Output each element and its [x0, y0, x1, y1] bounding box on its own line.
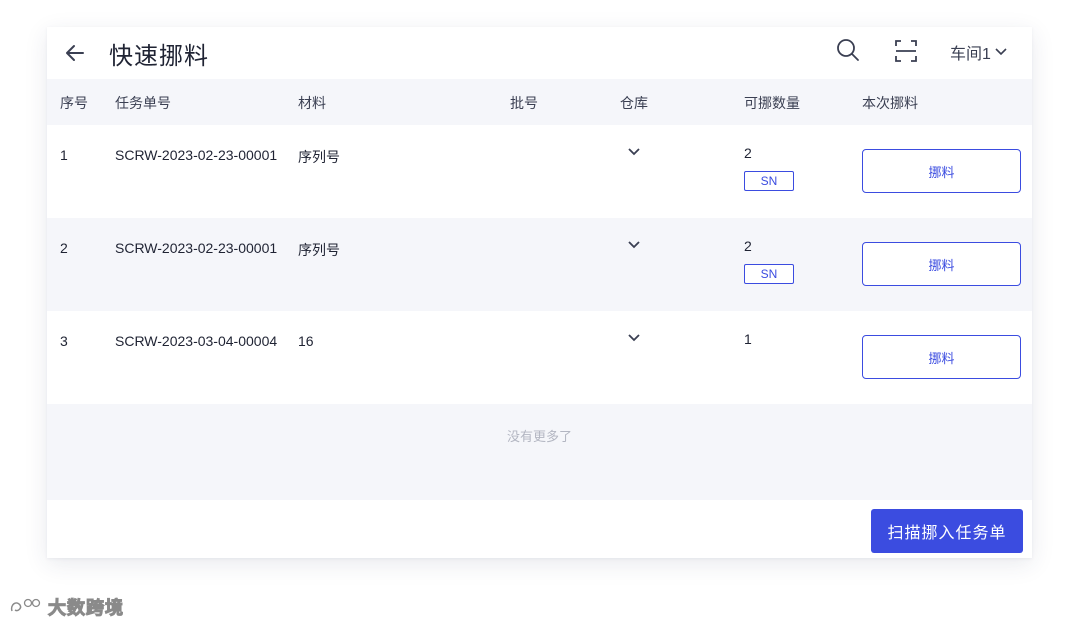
- sn-badge: SN: [744, 171, 794, 191]
- row-index: 3: [60, 333, 68, 349]
- movable-qty: 2: [744, 238, 752, 254]
- quick-move-panel: 快速挪料 车间1 序号 任务单号 材料 批号 仓库 可挪数量 本次挪料 1 SC…: [47, 27, 1032, 558]
- row-index: 2: [60, 240, 68, 256]
- row-index: 1: [60, 147, 68, 163]
- no-more-text: 没有更多了: [506, 429, 572, 444]
- material-name: 序列号: [298, 242, 340, 258]
- chevron-down-icon: [995, 48, 1007, 56]
- column-header-this-move: 本次挪料: [862, 95, 918, 111]
- column-header-warehouse: 仓库: [620, 95, 648, 111]
- no-more-indicator: 没有更多了: [47, 404, 1032, 500]
- task-number: SCRW-2023-02-23-00001: [115, 147, 278, 163]
- back-arrow-icon[interactable]: [61, 39, 89, 67]
- sn-badge: SN: [744, 264, 794, 284]
- movable-qty: 1: [744, 331, 752, 347]
- scan-move-in-task-button[interactable]: 扫描挪入任务单: [871, 509, 1023, 553]
- workshop-selector[interactable]: 车间1: [950, 41, 1007, 63]
- column-header-task-no: 任务单号: [115, 95, 171, 111]
- watermark-text: 大数跨境: [48, 598, 124, 619]
- material-name: 16: [298, 333, 314, 349]
- table-row: 1 SCRW-2023-02-23-00001 序列号 2 SN 挪料: [47, 125, 1032, 218]
- warehouse-dropdown-icon[interactable]: [627, 333, 641, 343]
- move-button[interactable]: 挪料: [862, 242, 1021, 286]
- page-title: 快速挪料: [109, 43, 209, 70]
- warehouse-dropdown-icon[interactable]: [627, 240, 641, 250]
- watermark: 大数跨境: [8, 594, 124, 620]
- material-name: 序列号: [298, 149, 340, 165]
- column-header-movable-qty: 可挪数量: [744, 95, 800, 111]
- workshop-label: 车间1: [950, 46, 991, 63]
- table-header: 序号 任务单号 材料 批号 仓库 可挪数量 本次挪料: [47, 79, 1032, 125]
- move-button[interactable]: 挪料: [862, 335, 1021, 379]
- watermark-logo-icon: [10, 598, 41, 612]
- page-header: 快速挪料 车间1: [47, 27, 1032, 79]
- column-header-index: 序号: [60, 95, 88, 111]
- movable-qty: 2: [744, 145, 752, 161]
- warehouse-dropdown-icon[interactable]: [627, 147, 641, 157]
- scan-icon[interactable]: [893, 38, 919, 64]
- column-header-material: 材料: [298, 95, 326, 111]
- table-row: 3 SCRW-2023-03-04-00004 16 1 挪料: [47, 311, 1032, 404]
- column-header-batch: 批号: [510, 95, 538, 111]
- search-icon[interactable]: [835, 37, 861, 63]
- table-row: 2 SCRW-2023-02-23-00001 序列号 2 SN 挪料: [47, 218, 1032, 311]
- task-number: SCRW-2023-02-23-00001: [115, 240, 278, 256]
- move-button[interactable]: 挪料: [862, 149, 1021, 193]
- footer-bar: 扫描挪入任务单: [47, 500, 1032, 558]
- task-number: SCRW-2023-03-04-00004: [115, 333, 278, 349]
